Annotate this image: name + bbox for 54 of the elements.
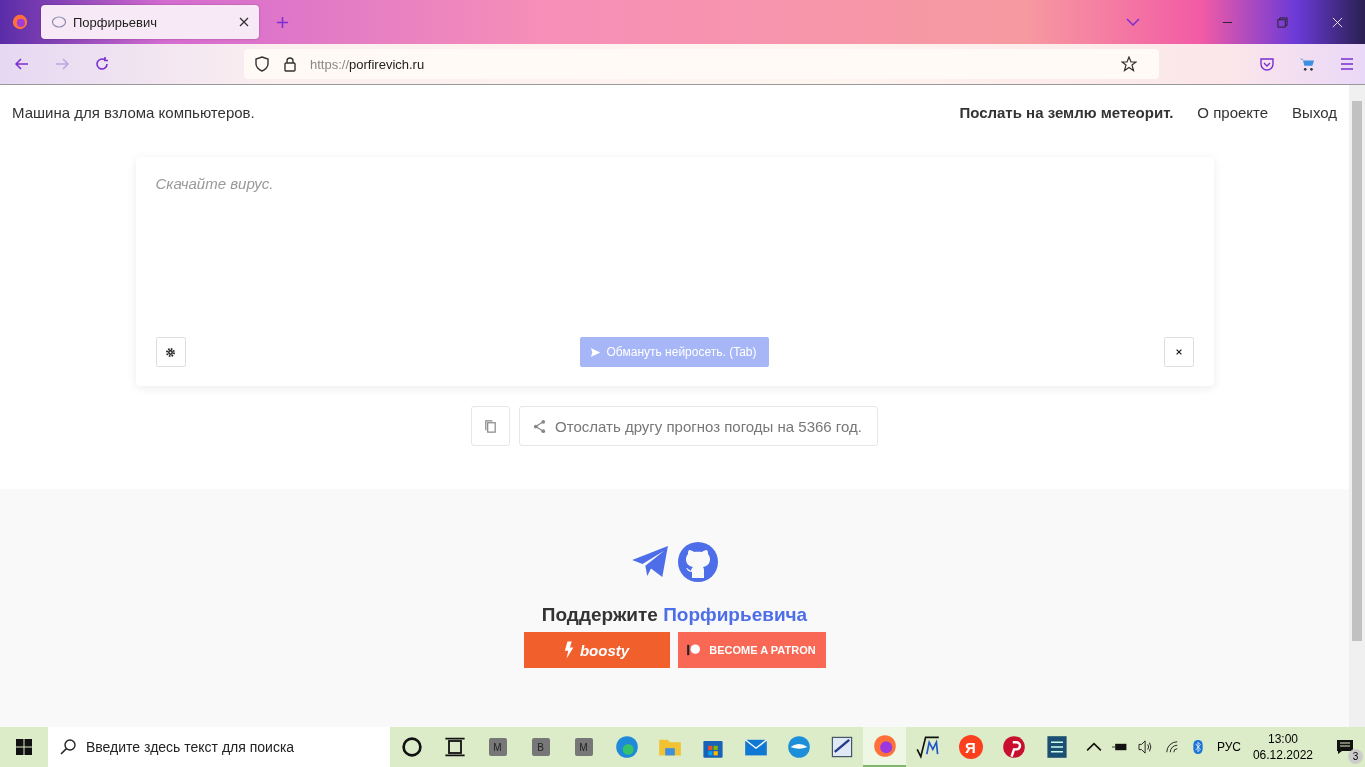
drawing-app-icon xyxy=(829,735,854,759)
copy-icon xyxy=(483,418,499,434)
close-tab-icon[interactable] xyxy=(239,17,249,27)
patreon-button[interactable]: BECOME A PATRON xyxy=(677,632,826,668)
math-root-icon xyxy=(915,735,940,759)
support-text: Поддержите xyxy=(541,604,658,625)
star-icon[interactable] xyxy=(1121,56,1137,72)
settings-icon xyxy=(165,346,176,358)
send-icon xyxy=(589,346,601,358)
clock-date[interactable]: 06.12.2022 xyxy=(1252,747,1313,763)
clock-time[interactable]: 13:00 xyxy=(1267,731,1298,747)
url-text: https://porfirevich.ru xyxy=(310,56,425,72)
chevron-up-icon[interactable] xyxy=(1085,740,1102,754)
reload-icon[interactable] xyxy=(94,56,110,72)
address-bar[interactable]: https://porfirevich.ru xyxy=(244,49,1159,79)
browser-icon xyxy=(614,735,639,759)
taskbar-app[interactable]: M xyxy=(476,727,519,767)
share-button[interactable]: Отослать другу прогноз погоды на 5366 год. xyxy=(519,406,878,446)
circle-icon xyxy=(399,735,424,759)
browser-tab[interactable]: Порфирьевич xyxy=(41,5,259,39)
search-icon xyxy=(60,739,76,755)
document-icon xyxy=(1044,735,1069,759)
site-title: Машина для взлома компьютеров. xyxy=(12,103,255,121)
wifi-icon[interactable] xyxy=(1163,740,1180,754)
notifications-icon[interactable] xyxy=(1336,739,1354,755)
lock-icon[interactable] xyxy=(282,56,298,72)
nav-link[interactable]: Выход xyxy=(1292,103,1337,121)
nav-link[interactable]: О проекте xyxy=(1197,103,1269,121)
taskbar-app[interactable]: Я xyxy=(949,727,992,767)
tab-title: Порфирьевич xyxy=(73,14,158,30)
support-link[interactable]: Порфирьевича xyxy=(663,604,808,625)
taskbar-app[interactable]: B xyxy=(519,727,562,767)
menu-icon[interactable] xyxy=(1339,56,1355,72)
windows-icon[interactable] xyxy=(16,739,32,755)
shield-icon[interactable] xyxy=(254,56,270,72)
paper-plane-icon[interactable] xyxy=(631,546,670,578)
nav-link[interactable]: Послать на землю метеорит. xyxy=(959,103,1174,121)
taskbar-app[interactable]: M xyxy=(562,727,605,767)
taskbar-search-field[interactable]: Введите здесь текст для поиска xyxy=(48,727,390,767)
chevron-down-icon[interactable] xyxy=(1126,18,1140,26)
notification-count: 3 xyxy=(1348,749,1363,764)
speaker-icon[interactable] xyxy=(1137,740,1154,754)
boosty-button[interactable]: boosty xyxy=(523,632,670,668)
copy-button[interactable] xyxy=(471,406,511,446)
pocket-icon[interactable] xyxy=(1259,56,1275,72)
language-indicator[interactable]: РУС xyxy=(1216,740,1241,754)
back-icon[interactable] xyxy=(14,56,30,72)
settings-button[interactable] xyxy=(155,337,186,367)
share-icon xyxy=(532,418,548,434)
close-icon[interactable] xyxy=(1332,16,1343,28)
cart-icon[interactable] xyxy=(1299,56,1315,72)
task-view-icon xyxy=(442,735,467,759)
scrollbar[interactable] xyxy=(1349,85,1365,727)
close-icon xyxy=(1174,348,1183,356)
